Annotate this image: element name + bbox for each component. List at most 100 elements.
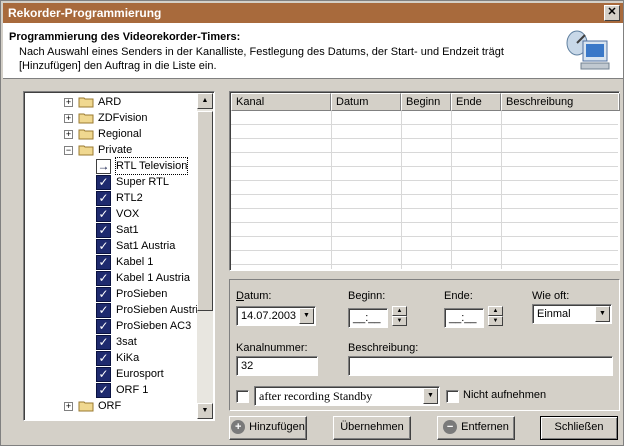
timer-list[interactable]: Kanal Datum Beginn Ende Beschreibung: [229, 91, 620, 271]
ende-value: __:__: [449, 312, 477, 324]
beginn-field[interactable]: __:__: [348, 308, 388, 328]
checkmark-icon[interactable]: ✓: [96, 367, 111, 382]
close-icon[interactable]: ✕: [604, 5, 620, 21]
column-ende[interactable]: Ende: [451, 93, 501, 111]
chevron-down-icon[interactable]: ▼: [423, 388, 438, 404]
tree-item[interactable]: → RTL Television: [26, 157, 198, 175]
folder-open-icon: [78, 145, 94, 156]
tree-item[interactable]: + ZDFvision: [26, 110, 198, 126]
tree-item[interactable]: + Regional: [26, 126, 198, 142]
tree-item[interactable]: + ORF: [26, 398, 198, 414]
tree-item-label: Super RTL: [116, 176, 169, 188]
tree-item[interactable]: ✓ ProSieben: [26, 286, 198, 302]
tree-item[interactable]: ✓ VOX: [26, 206, 198, 222]
checkmark-icon[interactable]: ✓: [96, 351, 111, 366]
window-title: Rekorder-Programmierung: [8, 6, 162, 20]
arrow-right-icon[interactable]: →: [96, 159, 111, 174]
tree-item-label: Kabel 1: [116, 256, 154, 268]
close-button[interactable]: Schließen: [540, 416, 618, 440]
checkmark-icon[interactable]: ✓: [96, 383, 111, 398]
spin-up-icon[interactable]: ▲: [488, 306, 503, 316]
tree-item-label: ZDFvision: [98, 112, 148, 124]
ende-spinner[interactable]: ▲ ▼: [488, 306, 503, 326]
checkmark-icon[interactable]: ✓: [96, 191, 111, 206]
tree-item[interactable]: ✓ ProSieben Austri: [26, 302, 198, 318]
remove-button[interactable]: − Entfernen: [437, 416, 515, 440]
standby-checkbox[interactable]: [236, 390, 249, 403]
tree-item[interactable]: − Private: [26, 142, 198, 158]
tree-item[interactable]: ✓ 3sat: [26, 334, 198, 350]
tree-item-label: ProSieben AC3: [116, 320, 192, 332]
checkmark-icon[interactable]: ✓: [96, 255, 111, 270]
tree-item[interactable]: ✓ KiKa: [26, 350, 198, 366]
apply-button[interactable]: Übernehmen: [333, 416, 411, 440]
expand-icon[interactable]: +: [64, 130, 73, 139]
folder-icon: [78, 129, 94, 140]
checkmark-icon[interactable]: ✓: [96, 335, 111, 350]
column-datum[interactable]: Datum: [331, 93, 401, 111]
expand-icon[interactable]: +: [64, 402, 73, 411]
column-beschreibung[interactable]: Beschreibung: [501, 93, 620, 111]
grid-line: [401, 111, 402, 269]
standby-select[interactable]: after recording Standby ▼: [254, 386, 440, 406]
recorder-dialog: Rekorder-Programmierung ✕ Programmierung…: [0, 0, 624, 446]
checkmark-icon[interactable]: ✓: [96, 207, 111, 222]
checkmark-icon[interactable]: ✓: [96, 271, 111, 286]
wieoft-select[interactable]: Einmal ▼: [532, 304, 612, 324]
tree-item[interactable]: ✓ RTL2: [26, 190, 198, 206]
datum-picker[interactable]: 14.07.2003 ▼: [236, 306, 316, 326]
channel-tree[interactable]: + ARD + ZDFvision + Regional − Private → RTL Tele…: [23, 91, 215, 421]
checkmark-icon[interactable]: ✓: [96, 319, 111, 334]
checkmark-icon[interactable]: ✓: [96, 223, 111, 238]
tree-item[interactable]: ✓ Kabel 1: [26, 254, 198, 270]
beginn-label: Beginn:: [348, 290, 386, 302]
wieoft-label: Wie oft:: [532, 290, 570, 302]
chevron-down-icon[interactable]: ▼: [595, 306, 610, 322]
kanalnummer-field[interactable]: 32: [236, 356, 318, 376]
expand-icon[interactable]: +: [64, 114, 73, 123]
checkmark-icon[interactable]: ✓: [96, 303, 111, 318]
tree-item-label: ProSieben: [116, 288, 168, 300]
header-panel: Programmierung des Videorekorder-Timers:…: [3, 23, 623, 79]
checkmark-icon[interactable]: ✓: [96, 239, 111, 254]
spin-up-icon[interactable]: ▲: [392, 306, 407, 316]
checkmark-icon[interactable]: ✓: [96, 175, 111, 190]
chevron-down-icon[interactable]: ▼: [299, 308, 314, 324]
plus-icon: +: [231, 420, 246, 435]
tree-item[interactable]: ✓ ProSieben AC3: [26, 318, 198, 334]
datum-value: 14.07.2003: [241, 310, 297, 322]
tree-item[interactable]: + ARD: [26, 94, 198, 110]
tree-item-label: ProSieben Austri: [116, 304, 198, 316]
tree-item[interactable]: ✓ Sat1 Austria: [26, 238, 198, 254]
tree-item[interactable]: ✓ Super RTL: [26, 174, 198, 190]
tree-item-label: Kabel 1 Austria: [116, 272, 190, 284]
timer-form: Datum: 14.07.2003 ▼ Beginn: __:__ ▲ ▼ En…: [229, 279, 620, 411]
folder-icon: [78, 113, 94, 124]
tree-scrollbar[interactable]: ▲ ▼: [197, 93, 213, 419]
checkmark-icon[interactable]: ✓: [96, 287, 111, 302]
spin-down-icon[interactable]: ▼: [392, 316, 407, 326]
tree-item[interactable]: ✓ ORF 1: [26, 382, 198, 398]
scroll-thumb[interactable]: [197, 111, 213, 311]
tree-item-label: Sat1: [116, 224, 139, 236]
standby-value: after recording Standby: [259, 389, 373, 403]
beginn-value: __:__: [353, 312, 381, 324]
expand-icon[interactable]: +: [64, 98, 73, 107]
add-button[interactable]: + Hinzufügen: [229, 416, 307, 440]
scroll-up-icon[interactable]: ▲: [197, 93, 213, 109]
title-bar[interactable]: Rekorder-Programmierung ✕: [3, 3, 623, 23]
ende-field[interactable]: __:__: [444, 308, 484, 328]
tree-item[interactable]: ✓ Sat1: [26, 222, 198, 238]
tree-item-label: RTL2: [116, 192, 143, 204]
scroll-down-icon[interactable]: ▼: [197, 403, 213, 419]
column-beginn[interactable]: Beginn: [401, 93, 451, 111]
beschreibung-label: Beschreibung:: [348, 342, 419, 354]
beginn-spinner[interactable]: ▲ ▼: [392, 306, 407, 326]
collapse-icon[interactable]: −: [64, 146, 73, 155]
column-kanal[interactable]: Kanal: [231, 93, 331, 111]
tree-item[interactable]: ✓ Kabel 1 Austria: [26, 270, 198, 286]
beschreibung-field[interactable]: [348, 356, 613, 376]
spin-down-icon[interactable]: ▼: [488, 316, 503, 326]
nicht-aufnehmen-checkbox[interactable]: [446, 390, 459, 403]
tree-item[interactable]: ✓ Eurosport: [26, 366, 198, 382]
